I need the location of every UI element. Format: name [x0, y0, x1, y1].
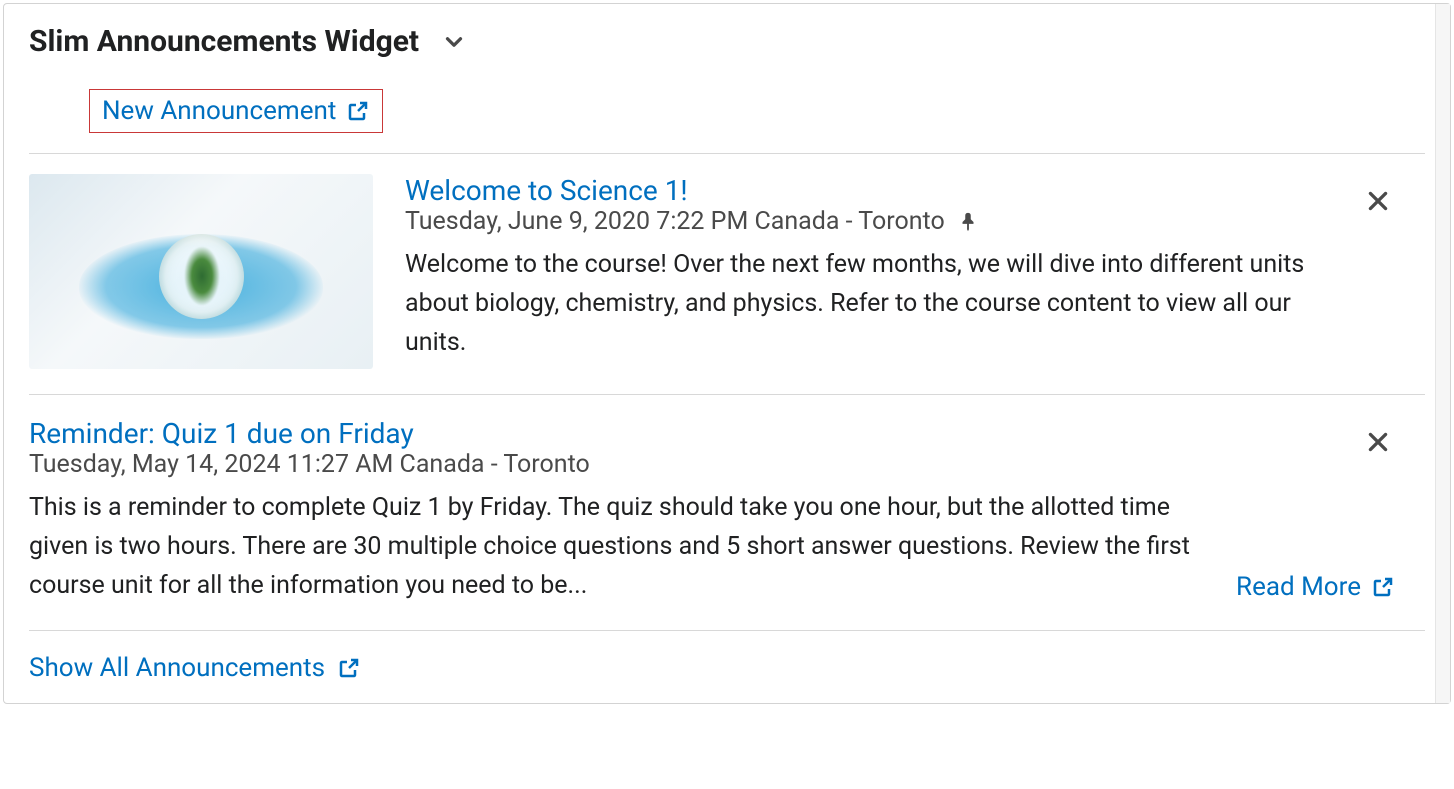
close-icon	[1365, 188, 1391, 214]
show-all-announcements-link[interactable]: Show All Announcements	[29, 653, 361, 683]
external-link-icon	[346, 99, 370, 123]
close-icon	[1365, 429, 1391, 455]
scrollbar-track[interactable]	[1435, 4, 1450, 703]
announcement-meta: Tuesday, June 9, 2020 7:22 PM Canada - T…	[405, 207, 1345, 236]
announcement-title-link[interactable]: Reminder: Quiz 1 due on Friday	[29, 417, 414, 450]
announcement-meta: Tuesday, May 14, 2024 11:27 AM Canada - …	[29, 450, 1425, 479]
announcement-content: Welcome to Science 1! Tuesday, June 9, 2…	[405, 174, 1425, 362]
widget-footer: Show All Announcements	[29, 631, 1425, 683]
dismiss-button[interactable]	[1361, 184, 1395, 218]
pin-icon	[957, 209, 979, 235]
announcement-item: Welcome to Science 1! Tuesday, June 9, 2…	[29, 154, 1425, 395]
announcement-date: Tuesday, June 9, 2020 7:22 PM Canada - T…	[405, 207, 945, 236]
external-link-icon	[1371, 575, 1395, 599]
read-more-label: Read More	[1236, 572, 1361, 602]
widget-menu-toggle[interactable]	[437, 25, 471, 59]
new-announcement-link[interactable]: New Announcement	[89, 89, 383, 133]
external-link-icon	[337, 656, 361, 680]
announcement-thumbnail	[29, 174, 373, 369]
announcement-body: Welcome to the course! Over the next few…	[405, 246, 1345, 362]
announcements-widget: Slim Announcements Widget New Announceme…	[3, 3, 1451, 704]
widget-header: Slim Announcements Widget	[29, 24, 1425, 59]
announcement-item: Reminder: Quiz 1 due on Friday Tuesday, …	[29, 395, 1425, 631]
announcement-title-link[interactable]: Welcome to Science 1!	[405, 174, 688, 207]
widget-title: Slim Announcements Widget	[29, 24, 419, 59]
announcement-body: This is a reminder to complete Quiz 1 by…	[29, 489, 1196, 605]
show-all-label: Show All Announcements	[29, 653, 325, 683]
chevron-down-icon	[441, 29, 467, 55]
read-more-link[interactable]: Read More	[1236, 572, 1425, 605]
new-announcement-label: New Announcement	[102, 96, 336, 126]
dismiss-button[interactable]	[1361, 425, 1395, 459]
announcement-date: Tuesday, May 14, 2024 11:27 AM Canada - …	[29, 450, 590, 479]
